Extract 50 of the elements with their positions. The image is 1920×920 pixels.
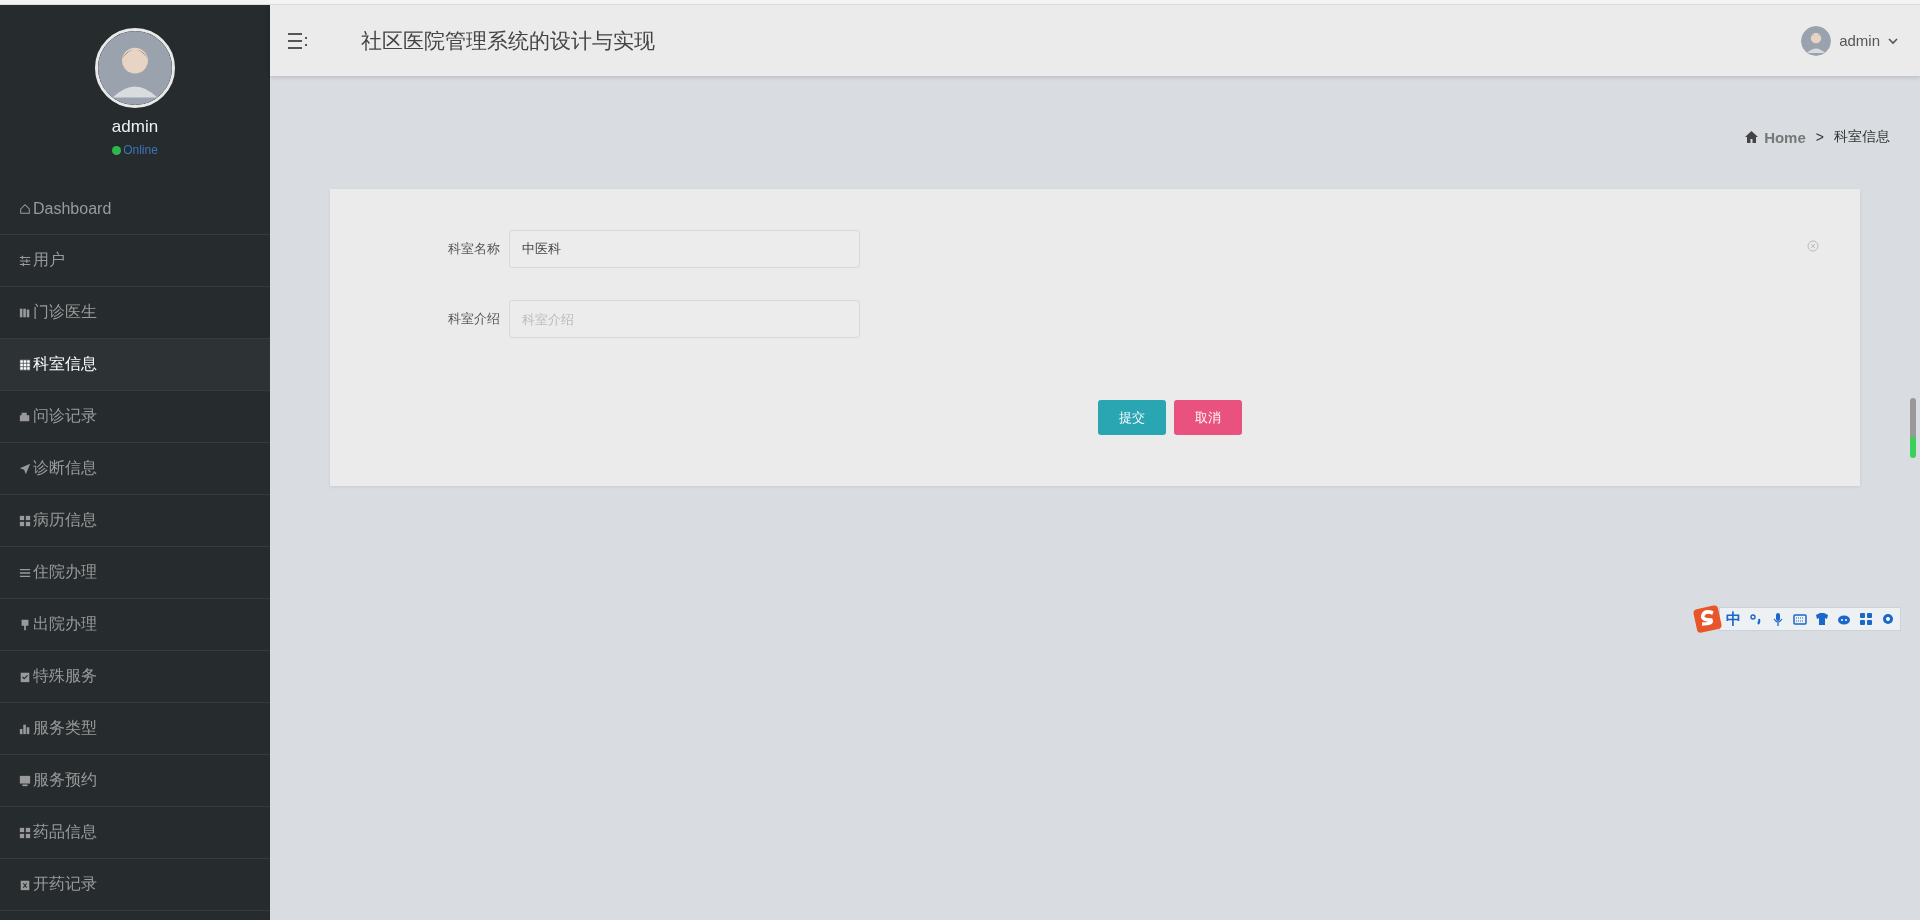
- sidebar-item[interactable]: 诊断信息: [0, 443, 270, 495]
- punctuation-icon[interactable]: [1749, 612, 1763, 626]
- field-label: 科室介绍: [447, 310, 500, 328]
- send-icon: [19, 462, 31, 475]
- settings-icon[interactable]: [1881, 612, 1895, 626]
- cancel-button[interactable]: 取消: [1174, 400, 1242, 435]
- menu-icon[interactable]: [287, 30, 309, 51]
- sliders-icon: [19, 254, 31, 267]
- ime-logo-icon[interactable]: [1693, 604, 1723, 634]
- breadcrumb-current: 科室信息: [1834, 128, 1890, 146]
- list-icon: [19, 566, 31, 579]
- user-menu[interactable]: admin: [1801, 25, 1898, 56]
- user-name: admin: [111, 117, 159, 137]
- status-dot: [112, 145, 122, 155]
- chevron-down-icon: [1888, 36, 1898, 45]
- home-link[interactable]: Home: [1745, 128, 1806, 146]
- sidebar-item[interactable]: 药品信息: [0, 807, 270, 859]
- sidebar-item[interactable]: 用户: [0, 235, 270, 287]
- sidebar-item[interactable]: 出院办理: [0, 599, 270, 651]
- sidebar-item[interactable]: 住院办理: [0, 547, 270, 599]
- sidebar-item[interactable]: 科室信息: [0, 339, 270, 391]
- microphone-icon[interactable]: [1771, 612, 1785, 626]
- user-avatar: [1801, 25, 1832, 56]
- briefcase-icon: [19, 410, 31, 423]
- sidebar-item[interactable]: 病历信息: [0, 495, 270, 547]
- input-mode-toggle[interactable]: 中: [1726, 609, 1741, 629]
- tiles-icon: [19, 514, 31, 527]
- scroll-indicator: [1910, 398, 1916, 458]
- tiles-icon: [19, 826, 31, 839]
- sidebar-item[interactable]: 服务类型: [0, 703, 270, 755]
- home-icon: [19, 202, 31, 215]
- page-title: 社区医院管理系统的设计与实现: [361, 27, 655, 54]
- sidebar-item[interactable]: 特殊服务: [0, 651, 270, 703]
- keyboard-icon[interactable]: [1793, 612, 1807, 626]
- sidebar-item[interactable]: Dashboard: [0, 183, 270, 235]
- input-field[interactable]: 中医科: [509, 230, 860, 268]
- sidebar-item[interactable]: 开药记录: [0, 859, 270, 911]
- monitor-icon: [19, 774, 31, 787]
- home-icon: [1745, 131, 1759, 143]
- bar-chart-icon: [19, 722, 31, 735]
- breadcrumb-separator: >: [1815, 129, 1824, 145]
- sidebar-item[interactable]: 服务预约: [0, 755, 270, 807]
- field-label: 科室名称: [447, 240, 500, 258]
- apps-icon[interactable]: [1859, 612, 1873, 626]
- sidebar-item[interactable]: 问诊记录: [0, 391, 270, 443]
- shirt-icon[interactable]: [1815, 612, 1829, 626]
- status-text: Online: [123, 143, 158, 157]
- books-icon: [19, 306, 31, 319]
- grid-icon: [19, 358, 31, 371]
- submit-button[interactable]: 提交: [1098, 400, 1166, 435]
